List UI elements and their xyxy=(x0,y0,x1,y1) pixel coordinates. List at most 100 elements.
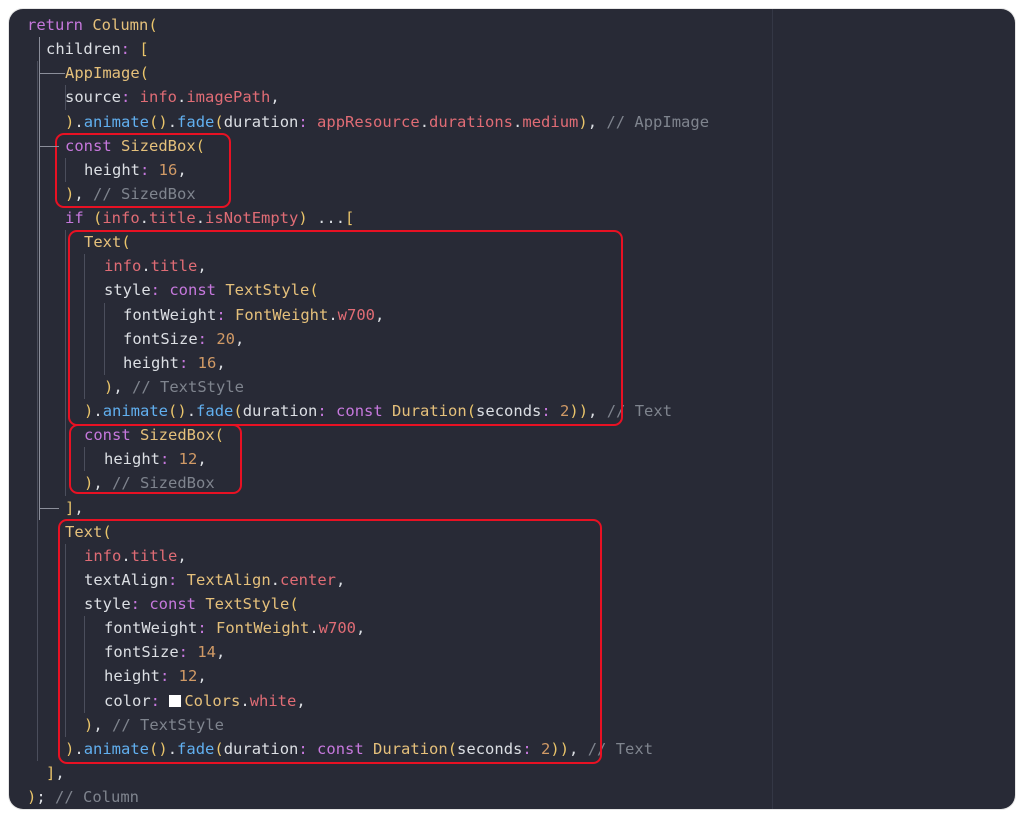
tree-connector xyxy=(39,507,59,509)
highlight-box-text-bottom xyxy=(58,519,602,764)
code-token: info xyxy=(102,209,140,227)
indent-guide xyxy=(37,399,38,424)
code-token: return xyxy=(27,16,93,34)
code-token: duration xyxy=(223,112,299,131)
indent-guide xyxy=(37,712,38,737)
code-token: fade xyxy=(177,112,215,131)
indent-guide xyxy=(37,206,38,231)
code-token: ( xyxy=(214,112,224,131)
code-token: ] xyxy=(46,763,56,782)
code-token: children xyxy=(46,40,121,59)
indent-guide xyxy=(37,495,38,520)
indent-guide xyxy=(37,616,38,641)
tree-trunk xyxy=(39,37,40,520)
code-token: , xyxy=(587,112,607,131)
code-token: appResource xyxy=(317,112,420,131)
code-token: isNotEmpty xyxy=(205,209,299,227)
code-line: AppImage( xyxy=(9,61,1015,86)
code-token: ; xyxy=(36,788,56,806)
code-token: ( xyxy=(139,64,149,83)
code-token: ] xyxy=(65,498,75,517)
code-token: imagePath xyxy=(186,88,271,107)
code-token: source xyxy=(65,88,121,107)
indent-guide xyxy=(37,230,38,255)
code-token: if xyxy=(65,209,93,227)
code-token: . xyxy=(195,209,206,227)
indent-guide xyxy=(37,640,38,665)
code-token: . xyxy=(513,112,523,131)
code-token: () xyxy=(149,112,168,131)
indent-guide xyxy=(37,471,38,496)
indent-guide xyxy=(65,350,66,375)
code-token: ( xyxy=(93,209,103,227)
indent-guide xyxy=(37,326,38,351)
code-token: ) xyxy=(27,788,37,806)
highlight-box-sizedbox-inner xyxy=(69,424,242,494)
code-line: source: info.imagePath, xyxy=(9,85,1015,110)
indent-guide xyxy=(37,736,38,761)
code-line: if (info.title.isNotEmpty) ...[ xyxy=(9,206,1015,231)
code-editor: return Column(children: [AppImage(source… xyxy=(9,9,1015,809)
code-token: ) xyxy=(578,112,588,131)
code-token: ) xyxy=(65,112,75,131)
code-line: ], xyxy=(9,495,1015,520)
indent-guide xyxy=(37,181,38,206)
indent-guide xyxy=(65,302,66,327)
code-line: children: [ xyxy=(9,37,1015,61)
indent-guide xyxy=(65,254,66,279)
indent-guide xyxy=(37,278,38,303)
indent-guide xyxy=(65,374,66,399)
indent-guide xyxy=(37,423,38,448)
indent-guide xyxy=(37,664,38,689)
code-token: . xyxy=(167,112,178,131)
highlight-box-text xyxy=(68,230,623,426)
code-token: , xyxy=(74,498,84,517)
code-token: . xyxy=(419,112,430,131)
indent-guide xyxy=(37,133,38,158)
indent-guide xyxy=(37,374,38,399)
code-token: [ xyxy=(139,40,149,59)
code-token: ( xyxy=(148,16,158,34)
indent-guide xyxy=(37,447,38,472)
code-token: durations xyxy=(429,112,514,131)
indent-guide xyxy=(37,85,38,110)
indent-guide xyxy=(37,302,38,327)
indent-guide xyxy=(65,326,66,351)
code-line: return Column( xyxy=(9,13,1015,37)
indent-guide xyxy=(37,109,38,134)
code-token: [ xyxy=(345,209,355,227)
code-token: title xyxy=(149,209,196,227)
indent-guide xyxy=(37,61,38,86)
indent-guide xyxy=(65,471,66,496)
indent-guide xyxy=(65,423,66,448)
indent-guide xyxy=(37,567,38,592)
indent-guide xyxy=(65,278,66,303)
code-token: animate xyxy=(83,112,150,131)
indent-guide xyxy=(37,519,38,544)
indent-guide xyxy=(37,688,38,713)
highlight-box-sizedbox xyxy=(55,133,231,208)
code-token: : xyxy=(298,112,318,131)
code-token: ... xyxy=(307,209,346,227)
indent-guide xyxy=(65,399,66,424)
code-token: AppImage xyxy=(65,64,140,83)
code-token: medium xyxy=(522,112,579,131)
code-token: // AppImage xyxy=(606,112,710,131)
code-line: ); // Column xyxy=(9,785,1015,809)
code-token: . xyxy=(74,112,84,131)
tree-connector xyxy=(39,145,59,147)
indent-guide xyxy=(65,447,66,472)
indent-guide xyxy=(37,543,38,568)
code-token: : xyxy=(121,88,140,107)
indent-guide xyxy=(37,254,38,279)
code-token: : xyxy=(120,40,140,59)
tree-connector xyxy=(39,73,65,75)
code-token: , xyxy=(270,88,280,107)
code-token: info xyxy=(139,88,177,107)
code-token: Column xyxy=(92,16,149,34)
code-line: ], xyxy=(9,761,1015,785)
indent-guide xyxy=(37,157,38,182)
code-token: // Column xyxy=(55,788,140,806)
indent-guide xyxy=(37,350,38,375)
indent-guide xyxy=(37,592,38,617)
